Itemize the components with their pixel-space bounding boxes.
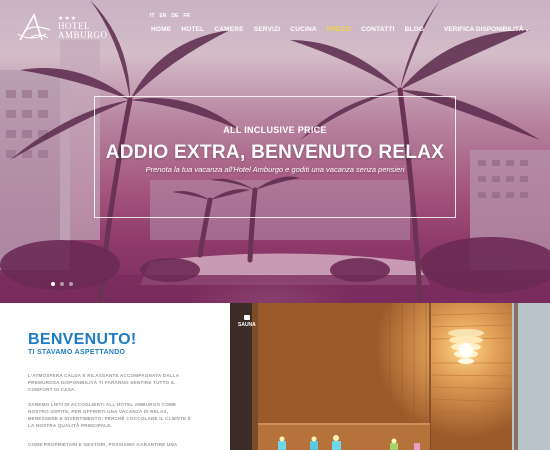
hero-kicker: ALL INCLUSIVE PRICE xyxy=(223,125,327,135)
camera-icon xyxy=(243,315,250,320)
check-availability-label: VERIFICA DISPONIBILITÀ xyxy=(444,26,524,33)
main-nav: HOME HOTEL CAMERE SERVIZI CUCINA PREZZI … xyxy=(151,26,424,33)
gallery-label: SAUNA xyxy=(238,315,256,328)
welcome-title: BENVENUTO! xyxy=(28,331,137,348)
slider-dot-2[interactable] xyxy=(60,282,64,286)
logo-emblem-icon xyxy=(17,13,51,41)
gallery-label-text: SAUNA xyxy=(238,322,256,328)
slider-dot-3[interactable] xyxy=(69,282,73,286)
nav-home[interactable]: HOME xyxy=(151,26,171,33)
sauna-gallery-image[interactable]: SAUNA xyxy=(230,303,550,450)
sauna-photo xyxy=(230,303,550,450)
nav-servizi[interactable]: SERVIZI xyxy=(254,26,281,33)
hero-subtitle: Prenota la tua vacanza all'Hotel Amburgo… xyxy=(145,165,405,174)
lang-fr[interactable]: FR xyxy=(183,13,190,19)
language-switcher: IT EN DE FR xyxy=(150,13,190,19)
check-availability-button[interactable]: VERIFICA DISPONIBILITÀ⌄ xyxy=(444,26,530,33)
hero-slider: ★★★ HOTEL AMBURGO IT EN DE FR HOME HOTEL… xyxy=(0,0,550,303)
logo-name-line2: AMBURGO xyxy=(58,30,108,40)
slider-dots xyxy=(51,282,73,286)
nav-contatti[interactable]: CONTATTI xyxy=(361,26,395,33)
lang-de[interactable]: DE xyxy=(171,13,178,19)
nav-prezzi[interactable]: PREZZI xyxy=(327,26,351,33)
lang-it[interactable]: IT xyxy=(150,13,154,19)
welcome-paragraph-2: SAREMO LIETI DI ACCOGLIERTI ALL'HOTEL AM… xyxy=(28,402,191,428)
nav-cucina[interactable]: CUCINA xyxy=(290,26,316,33)
lang-en[interactable]: EN xyxy=(159,13,166,19)
welcome-section: BENVENUTO! TI STAVAMO ASPETTANDO L'ATMOS… xyxy=(0,303,230,450)
nav-camere[interactable]: CAMERE xyxy=(214,26,243,33)
welcome-paragraph-3: COME PROPRIETARI E GESTORI, POSSIAMO GAR… xyxy=(28,442,178,447)
chevron-down-icon: ⌄ xyxy=(524,27,530,33)
slider-dot-1[interactable] xyxy=(51,282,55,286)
nav-blog[interactable]: BLOG xyxy=(405,26,425,33)
nav-hotel[interactable]: HOTEL xyxy=(181,26,204,33)
hotel-logo[interactable]: ★★★ HOTEL AMBURGO xyxy=(16,12,108,44)
welcome-subtitle: TI STAVAMO ASPETTANDO xyxy=(28,349,126,356)
welcome-paragraph-1: L'ATMOSFERA CALDA E RILASSANTE ACCOMPAGN… xyxy=(28,373,180,392)
hero-title: ADDIO EXTRA, BENVENUTO RELAX xyxy=(105,142,445,163)
